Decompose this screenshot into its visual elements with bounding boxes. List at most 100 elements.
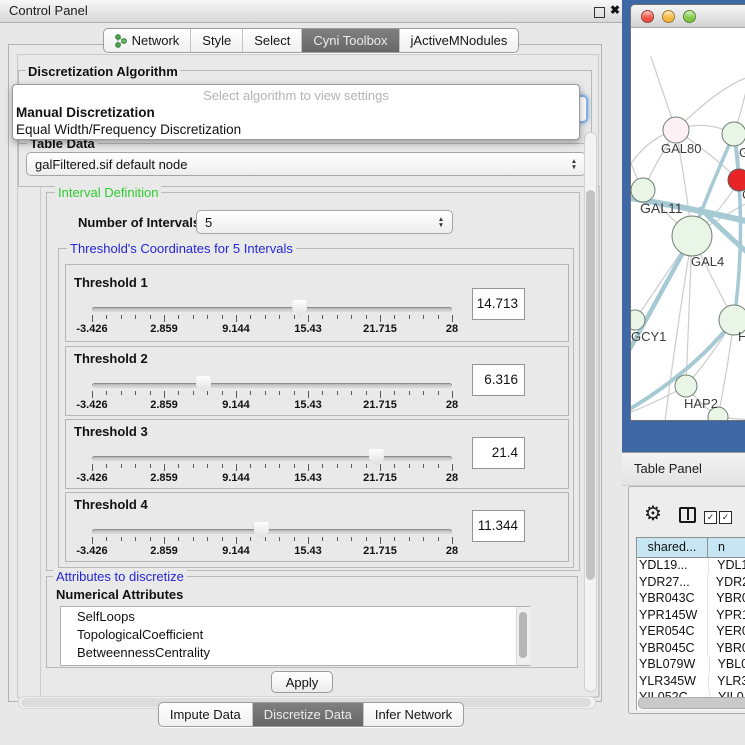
table-row[interactable]: YER054CYER0 (636, 624, 745, 641)
attribute-list-item[interactable]: TopologicalCoefficient (61, 625, 529, 643)
discretization-algorithm-label: Discretization Algorithm (26, 64, 180, 79)
table-cell-shared-name[interactable]: YBR043C (636, 591, 708, 608)
table-row[interactable]: YLR345WYLR3 (636, 674, 745, 691)
tab-discretize-data[interactable]: Discretize Data (253, 703, 364, 726)
table-cell-shared-name[interactable]: YBL079W (636, 657, 710, 674)
table-row[interactable]: YBR045CYBR0 (636, 641, 745, 658)
scrollbar-thumb[interactable] (638, 697, 745, 709)
slider-tick (351, 464, 352, 468)
number-of-intervals-select[interactable]: 5 ▲▼ (196, 210, 453, 234)
attribute-list-item[interactable]: BetweennessCentrality (61, 643, 529, 661)
tab-network[interactable]: Network (104, 29, 192, 52)
slider-tick (337, 537, 338, 541)
select-all-columns-icon[interactable]: ✓ (704, 511, 717, 524)
network-node[interactable] (722, 122, 745, 146)
table-cell-name[interactable]: YER0 (708, 624, 745, 641)
column-header-name[interactable]: n (708, 537, 745, 558)
table-cell-name[interactable]: YBL0 (710, 657, 745, 674)
threshold-slider-thumb[interactable] (369, 449, 384, 466)
table-cell-name[interactable]: YBR0 (708, 591, 745, 608)
algorithm-placeholder-option[interactable]: Select algorithm to view settings (13, 87, 579, 104)
tab-label: Infer Network (375, 707, 452, 722)
network-node[interactable] (675, 375, 697, 397)
node-table-rows: YDL19...YDL1YDR27...YDR2YBR043CYBR0YPR14… (636, 558, 745, 707)
table-cell-name[interactable]: YLR3 (709, 674, 745, 691)
tab-cyni-toolbox[interactable]: Cyni Toolbox (302, 29, 399, 52)
table-row[interactable]: YBR043CYBR0 (636, 591, 745, 608)
network-canvas[interactable]: GAL80GACGAL11GAL4GCY1HHAP2 (631, 27, 745, 420)
threshold-slider-track[interactable] (92, 383, 452, 388)
tab-jactivemnodules[interactable]: jActiveMNodules (400, 29, 519, 52)
network-node[interactable] (631, 178, 655, 202)
column-header-shared-name[interactable]: shared... (636, 537, 708, 558)
threshold-value-field[interactable]: 14.713 (472, 288, 525, 320)
threshold-value-field[interactable]: 11.344 (472, 510, 525, 542)
select-all-rows-icon[interactable]: ✓ (719, 511, 732, 524)
threshold-slider-track[interactable] (92, 456, 452, 461)
slider-tick (308, 537, 309, 544)
zoom-traffic-light[interactable] (683, 10, 696, 23)
slider-tick (438, 537, 439, 541)
threshold-slider-thumb[interactable] (196, 376, 211, 393)
algorithm-option[interactable]: Manual Discretization (13, 104, 579, 121)
table-data-select[interactable]: galFiltered.sif default node ▲▼ (26, 152, 586, 176)
table-cell-shared-name[interactable]: YLR345W (636, 674, 709, 691)
spinner-arrows-icon[interactable]: ▲▼ (430, 217, 452, 228)
slider-tick (106, 537, 107, 541)
slider-tick (193, 464, 194, 468)
close-icon[interactable]: ✖ (610, 3, 620, 17)
table-cell-name[interactable]: YDL1 (709, 558, 745, 575)
slider-tick-label: -3.426 (76, 545, 107, 557)
slider-tick-label: 15.43 (294, 323, 322, 335)
threshold-slider-track[interactable] (92, 307, 452, 312)
network-graph[interactable]: GAL80GACGAL11GAL4GCY1HHAP2 (631, 27, 745, 420)
float-window-icon[interactable] (594, 7, 605, 18)
slider-tick (423, 391, 424, 395)
threshold-value-field[interactable]: 21.4 (472, 437, 525, 469)
table-horizontal-scrollbar[interactable] (637, 696, 745, 708)
threshold-slider-thumb[interactable] (254, 522, 269, 539)
table-cell-shared-name[interactable]: YPR145W (636, 608, 708, 625)
slider-tick (92, 391, 93, 398)
tab-style[interactable]: Style (191, 29, 243, 52)
slider-tick (222, 464, 223, 468)
numerical-attributes-list[interactable]: SelfLoopsTopologicalCoefficientBetweenne… (60, 606, 530, 666)
tab-impute-data[interactable]: Impute Data (159, 703, 253, 726)
table-row[interactable]: YDL19...YDL1 (636, 558, 745, 575)
table-cell-shared-name[interactable]: YDR27... (636, 575, 708, 592)
attribute-list-item[interactable]: SelfLoops (61, 607, 529, 625)
settings-gear-icon[interactable]: ⚙ (644, 504, 662, 524)
table-cell-shared-name[interactable]: YBR045C (636, 641, 708, 658)
algorithm-option[interactable]: Equal Width/Frequency Discretization (13, 121, 579, 138)
threshold-panel: Threshold 3-3.4262.8599.14415.4321.71528… (65, 419, 569, 489)
close-traffic-light[interactable] (641, 10, 654, 23)
table-row[interactable]: YDR27...YDR2 (636, 575, 745, 592)
scrollbar-thumb[interactable] (519, 612, 527, 658)
slider-tick (193, 537, 194, 541)
table-cell-shared-name[interactable]: YER054C (636, 624, 708, 641)
table-cell-shared-name[interactable]: YDL19... (636, 558, 709, 575)
threshold-slider-track[interactable] (92, 529, 452, 534)
spinner-arrows-icon[interactable]: ▲▼ (563, 159, 585, 170)
table-row[interactable]: YBL079WYBL0 (636, 657, 745, 674)
apply-button[interactable]: Apply (271, 671, 333, 693)
minimize-traffic-light[interactable] (662, 10, 675, 23)
table-cell-name[interactable]: YBR0 (708, 641, 745, 658)
network-window-titlebar[interactable] (631, 5, 745, 28)
attributes-list-scrollbar[interactable] (516, 607, 530, 665)
settings-vertical-scrollbar[interactable] (584, 132, 597, 692)
slider-tick (366, 537, 367, 541)
tab-infer-network[interactable]: Infer Network (364, 703, 463, 726)
network-node[interactable] (663, 117, 689, 143)
slider-tick (164, 537, 165, 544)
table-row[interactable]: YPR145WYPR1 (636, 608, 745, 625)
threshold-value-field[interactable]: 6.316 (472, 364, 525, 396)
split-table-icon[interactable] (679, 507, 696, 523)
slider-tick (322, 315, 323, 319)
scrollbar-thumb[interactable] (586, 190, 595, 580)
network-node[interactable] (672, 216, 712, 256)
tab-select[interactable]: Select (243, 29, 302, 52)
table-cell-name[interactable]: YPR1 (708, 608, 745, 625)
slider-tick (366, 464, 367, 468)
table-cell-name[interactable]: YDR2 (708, 575, 745, 592)
